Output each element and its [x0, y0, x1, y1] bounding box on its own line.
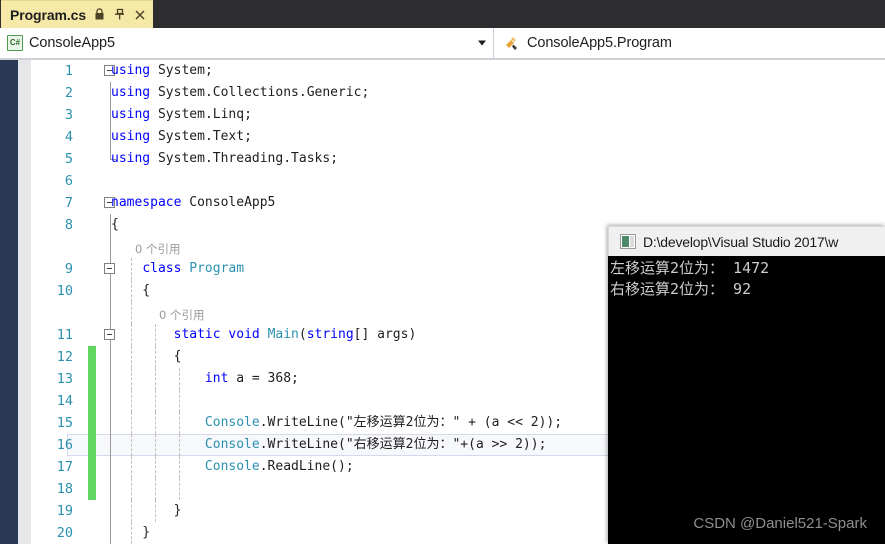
code-text: using System.Collections.Generic;	[111, 85, 370, 100]
tab-program-cs[interactable]: Program.cs	[1, 0, 154, 28]
line-number: 7	[64, 195, 73, 211]
code-text: using System;	[111, 63, 213, 78]
line-number: 12	[56, 349, 73, 365]
close-icon[interactable]	[133, 7, 146, 22]
line-number: 6	[64, 173, 73, 189]
project-dropdown[interactable]: C# ConsoleApp5	[0, 28, 494, 59]
console-output: 左移运算2位为： 1472 右移运算2位为： 92	[608, 256, 885, 544]
line-number: 17	[56, 459, 73, 475]
watermark-label: CSDN @Daniel521-Spark	[693, 515, 867, 532]
line-number: 13	[56, 371, 73, 387]
line-number: 11	[56, 327, 73, 343]
code-line[interactable]: 3 using System.Linq;	[31, 104, 885, 126]
code-text: static void Main(string[] args)	[173, 327, 417, 342]
line-number: 16	[56, 437, 73, 453]
line-number: 20	[56, 525, 73, 541]
line-number: 4	[64, 129, 73, 145]
change-bar	[88, 478, 96, 500]
console-app-icon	[620, 234, 636, 249]
console-title-bar[interactable]: D:\develop\Visual Studio 2017\w	[608, 226, 885, 256]
member-dropdown[interactable]: ConsoleApp5.Program	[494, 28, 885, 59]
line-number: 15	[56, 415, 73, 431]
line-number: 14	[56, 393, 73, 409]
code-text: int a = 368;	[204, 371, 299, 386]
line-number: 3	[64, 107, 73, 123]
change-bar	[88, 434, 96, 456]
code-text: }	[111, 525, 151, 540]
code-line[interactable]: 6	[31, 170, 885, 192]
code-text: {	[111, 283, 151, 298]
code-line[interactable]: 5 using System.Threading.Tasks;	[31, 148, 885, 170]
visual-studio-window: Program.cs C# ConsoleApp5 ConsoleApp5.Pr…	[0, 0, 885, 544]
tab-label: Program.cs	[10, 6, 87, 23]
code-text: using System.Text;	[111, 129, 252, 144]
line-number: 2	[64, 85, 73, 101]
member-dropdown-label: ConsoleApp5.Program	[527, 35, 672, 51]
code-line[interactable]: 1 using System;	[31, 60, 885, 82]
class-icon	[506, 37, 517, 50]
code-text: using System.Threading.Tasks;	[111, 151, 339, 166]
code-text: Console.ReadLine();	[204, 459, 354, 474]
line-number: 19	[56, 503, 73, 519]
change-bar	[88, 412, 96, 434]
csharp-project-icon: C#	[7, 35, 23, 51]
change-bar	[88, 368, 96, 390]
code-text: class Program	[142, 261, 245, 276]
line-number: 5	[64, 151, 73, 167]
change-bar	[88, 456, 96, 478]
console-title-label: D:\develop\Visual Studio 2017\w	[643, 233, 839, 250]
change-bar	[88, 390, 96, 412]
line-number: 9	[64, 261, 73, 277]
lock-icon[interactable]	[93, 7, 106, 22]
project-dropdown-label: ConsoleApp5	[29, 35, 115, 51]
console-output-line: 左移运算2位为： 1472	[610, 259, 770, 277]
line-number: 18	[56, 481, 73, 497]
code-line[interactable]: 4 using System.Text;	[31, 126, 885, 148]
line-number: 8	[64, 217, 73, 233]
code-navigation-bar: C# ConsoleApp5 ConsoleApp5.Program	[0, 28, 885, 60]
console-output-line: 右移运算2位为： 92	[610, 280, 752, 298]
chevron-down-icon[interactable]	[478, 40, 486, 46]
line-number: 1	[64, 63, 73, 79]
console-window[interactable]: D:\develop\Visual Studio 2017\w 左移运算2位为：…	[608, 226, 885, 544]
change-bar	[88, 346, 96, 368]
code-text: using System.Linq;	[111, 107, 252, 122]
code-text: }	[111, 503, 182, 518]
code-text: {	[111, 349, 182, 364]
line-number: 10	[56, 283, 73, 299]
code-text: namespace ConsoleApp5	[111, 195, 276, 210]
editor-tab-strip: Program.cs	[0, 0, 885, 28]
editor-indicator-margin	[18, 60, 31, 544]
code-text: Console.WriteLine("左移运算2位为：" + (a << 2))…	[204, 415, 563, 430]
code-line[interactable]: 7 namespace ConsoleApp5	[31, 192, 885, 214]
code-text: Console.WriteLine("右移运算2位为："+(a >> 2));	[204, 437, 547, 452]
code-text: {	[111, 217, 119, 232]
editor-left-rail	[0, 60, 18, 544]
pin-icon[interactable]	[113, 7, 126, 22]
code-line[interactable]: 2 using System.Collections.Generic;	[31, 82, 885, 104]
